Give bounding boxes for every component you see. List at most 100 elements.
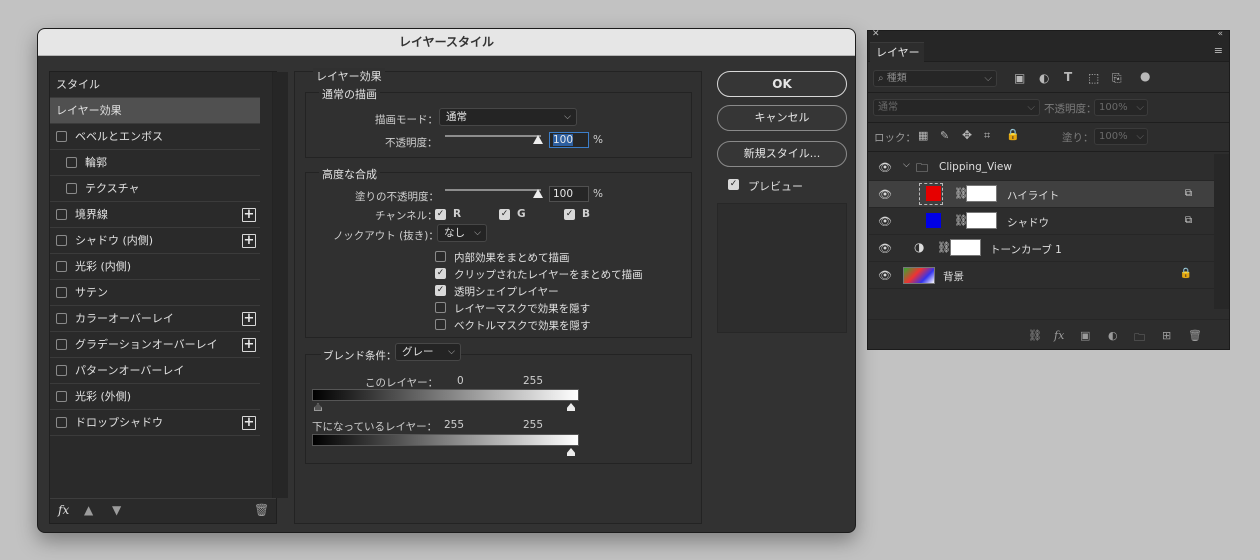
style-list-item[interactable]: テクスチャ: [50, 176, 260, 202]
style-list-item[interactable]: シャドウ (内側) +: [50, 228, 260, 254]
style-checkbox[interactable]: [56, 339, 67, 350]
layers-scrollbar[interactable]: [1214, 154, 1229, 309]
cancel-button[interactable]: キャンセル: [717, 105, 847, 131]
mask-thumbnail[interactable]: [950, 239, 981, 256]
blend-option-checkbox[interactable]: ✓: [435, 268, 446, 279]
fill-opacity-slider-thumb[interactable]: [533, 189, 543, 198]
style-checkbox[interactable]: [56, 287, 67, 298]
knockout-select[interactable]: なし ⌵: [437, 224, 487, 242]
blend-option-checkbox[interactable]: [435, 251, 446, 262]
chevron-down-icon[interactable]: ⌵: [903, 160, 910, 170]
fill-opacity-slider[interactable]: [445, 189, 541, 191]
trash-icon[interactable]: 🗑: [1188, 329, 1202, 342]
visibility-eye-icon[interactable]: 👁: [878, 269, 892, 282]
link-icon[interactable]: ⛓: [937, 241, 951, 254]
style-list-scrollbar[interactable]: [272, 72, 288, 498]
layer-opacity-input[interactable]: 100% ⌵: [1094, 99, 1148, 116]
style-list-item[interactable]: グラデーションオーバーレイ +: [50, 332, 260, 358]
move-up-icon[interactable]: ▲: [84, 503, 93, 517]
layer-row-shadow[interactable]: 👁 ⛓ シャドウ ⧉: [869, 208, 1214, 235]
layer-row-curves[interactable]: 👁 ◑ ⛓ トーンカーブ 1: [869, 235, 1214, 262]
new-style-button[interactable]: 新規スタイル...: [717, 141, 847, 167]
visibility-eye-icon[interactable]: 👁: [878, 215, 892, 228]
layer-row-highlight[interactable]: 👁 ⛓ ハイライト ⧉: [869, 181, 1214, 208]
style-list-item[interactable]: 光彩 (内側): [50, 254, 260, 280]
mask-thumbnail[interactable]: [966, 185, 997, 202]
mask-thumbnail[interactable]: [966, 212, 997, 229]
background-thumbnail[interactable]: [903, 267, 935, 284]
layer-blend-mode-select[interactable]: 通常 ⌵: [873, 99, 1040, 116]
add-effect-icon[interactable]: +: [242, 338, 256, 352]
filter-toggle-icon[interactable]: ●: [1140, 69, 1150, 83]
style-checkbox[interactable]: [56, 209, 67, 220]
type-filter-icon[interactable]: T: [1064, 70, 1072, 84]
style-checkbox[interactable]: [56, 417, 67, 428]
style-list-item[interactable]: カラーオーバーレイ +: [50, 306, 260, 332]
style-checkbox[interactable]: [56, 261, 67, 272]
style-list-item[interactable]: スタイル: [50, 72, 260, 98]
adjustment-filter-icon[interactable]: ◐: [1039, 71, 1049, 85]
style-checkbox[interactable]: [66, 157, 77, 168]
style-list-item[interactable]: ドロップシャドウ +: [50, 410, 260, 436]
style-checkbox[interactable]: [66, 183, 77, 194]
color-fill-swatch[interactable]: [926, 213, 941, 228]
blend-option-checkbox[interactable]: ✓: [435, 285, 446, 296]
ok-button[interactable]: OK: [717, 71, 847, 97]
channel-r-checkbox[interactable]: ✓: [435, 209, 446, 220]
new-group-icon[interactable]: 🗀: [1134, 329, 1145, 348]
visibility-eye-icon[interactable]: 👁: [878, 242, 892, 255]
style-list-item[interactable]: レイヤー効果: [50, 98, 260, 124]
style-checkbox[interactable]: [56, 235, 67, 246]
fx-icon[interactable]: fx: [1054, 329, 1064, 342]
adjustment-icon[interactable]: ◐: [1108, 329, 1118, 342]
add-effect-icon[interactable]: +: [242, 312, 256, 326]
layer-filter-select[interactable]: ⌕ 種類 ⌵: [873, 70, 997, 87]
blend-if-select[interactable]: グレー ⌵: [395, 343, 461, 361]
fill-opacity-input[interactable]: 100: [549, 186, 589, 202]
trash-icon[interactable]: 🗑: [254, 503, 269, 517]
fx-icon[interactable]: fx: [58, 503, 69, 517]
collapse-icon[interactable]: «: [1217, 29, 1223, 39]
add-effect-icon[interactable]: +: [242, 208, 256, 222]
opacity-slider-thumb[interactable]: [533, 135, 543, 144]
lock-position-icon[interactable]: ✥: [962, 128, 972, 142]
new-layer-icon[interactable]: ⊞: [1162, 329, 1171, 342]
lock-pixels-icon[interactable]: ✎: [940, 129, 949, 142]
link-layers-icon[interactable]: ⛓: [1028, 329, 1042, 342]
pixel-filter-icon[interactable]: ▣: [1014, 71, 1025, 85]
visibility-eye-icon[interactable]: 👁: [878, 161, 892, 174]
lock-all-icon[interactable]: 🔒: [1006, 128, 1020, 141]
shape-filter-icon[interactable]: ⬚: [1088, 71, 1099, 85]
channel-b-checkbox[interactable]: ✓: [564, 209, 575, 220]
visibility-eye-icon[interactable]: 👁: [878, 188, 892, 201]
blend-option-checkbox[interactable]: [435, 302, 446, 313]
close-icon[interactable]: ✕: [872, 29, 880, 39]
style-checkbox[interactable]: [56, 391, 67, 402]
style-checkbox[interactable]: [56, 131, 67, 142]
blend-option-checkbox[interactable]: [435, 319, 446, 330]
smart-object-filter-icon[interactable]: ⎘: [1112, 71, 1122, 86]
opacity-slider[interactable]: [445, 135, 541, 137]
add-mask-icon[interactable]: ▣: [1080, 329, 1090, 342]
style-checkbox[interactable]: [56, 313, 67, 324]
layer-row-group[interactable]: 👁 ⌵ 🗀 Clipping_View: [869, 154, 1214, 181]
add-effect-icon[interactable]: +: [242, 416, 256, 430]
style-list-item[interactable]: 輪郭: [50, 150, 260, 176]
layer-row-background[interactable]: 👁 背景 🔒: [869, 262, 1214, 289]
tab-layers[interactable]: レイヤー: [870, 42, 924, 62]
lock-transparency-icon[interactable]: ▦: [918, 129, 928, 142]
channel-g-checkbox[interactable]: ✓: [499, 209, 510, 220]
lock-artboard-icon[interactable]: ⌗: [984, 129, 990, 143]
opacity-input[interactable]: 100: [549, 132, 589, 148]
blend-mode-select[interactable]: 通常 ⌵: [439, 108, 577, 126]
move-down-icon[interactable]: ▼: [112, 503, 121, 517]
color-fill-swatch[interactable]: [926, 186, 941, 201]
style-checkbox[interactable]: [56, 365, 67, 376]
style-list-item[interactable]: サテン: [50, 280, 260, 306]
style-list-item[interactable]: 光彩 (外側): [50, 384, 260, 410]
panel-menu-icon[interactable]: ≡: [1214, 44, 1223, 57]
layer-fill-input[interactable]: 100% ⌵: [1094, 128, 1148, 145]
add-effect-icon[interactable]: +: [242, 234, 256, 248]
preview-checkbox[interactable]: ✓: [728, 179, 739, 190]
style-list-item[interactable]: パターンオーバーレイ: [50, 358, 260, 384]
